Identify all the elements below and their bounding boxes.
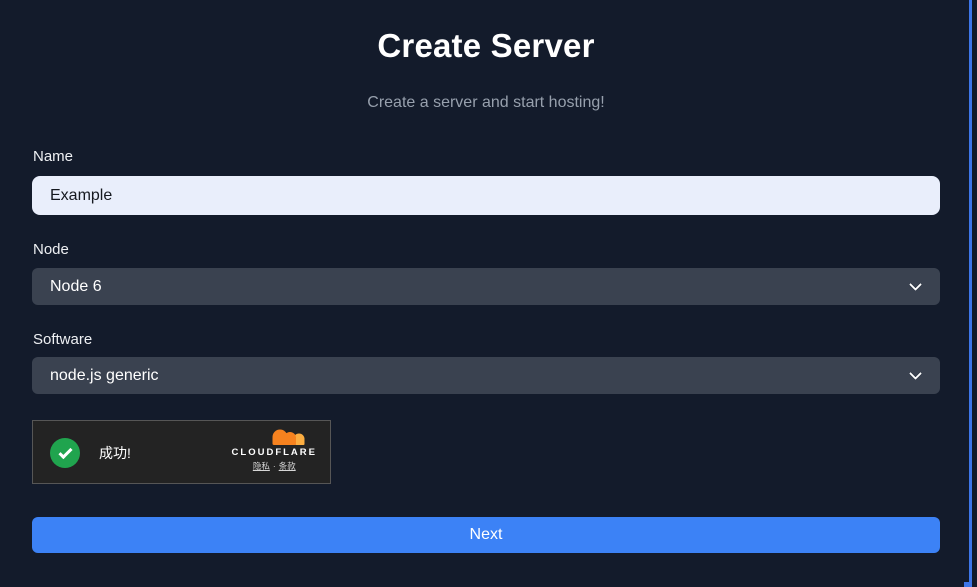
software-select[interactable]: node.js generic [32,357,940,394]
chevron-down-icon [909,278,922,291]
captcha-legal-links: 隐私·条款 [253,460,296,472]
cloudflare-logo-icon [268,428,308,446]
scrollbar[interactable] [969,0,972,587]
software-label: Software [33,331,92,348]
create-server-page: Create Server Create a server and start … [0,0,977,587]
software-select-value: node.js generic [50,367,159,385]
success-checkmark-icon [50,438,80,468]
cloudflare-wordmark: CLOUDFLARE [232,447,317,458]
page-title: Create Server [0,27,972,65]
node-select-value: Node 6 [50,278,102,296]
link-separator: · [273,461,276,471]
terms-link[interactable]: 条款 [279,461,296,471]
cloudflare-branding: CLOUDFLARE 隐私·条款 [232,428,317,472]
scrollbar-foot [964,582,972,587]
chevron-down-icon [909,367,922,380]
name-input[interactable] [32,176,940,215]
name-label: Name [33,148,73,165]
node-label: Node [33,241,69,258]
cloudflare-turnstile-widget[interactable]: 成功! CLOUDFLARE 隐私·条款 [32,420,331,484]
captcha-status-text: 成功! [99,421,131,485]
node-select[interactable]: Node 6 [32,268,940,305]
page-subtitle: Create a server and start hosting! [0,94,972,112]
privacy-link[interactable]: 隐私 [253,461,270,471]
next-button[interactable]: Next [32,517,940,553]
